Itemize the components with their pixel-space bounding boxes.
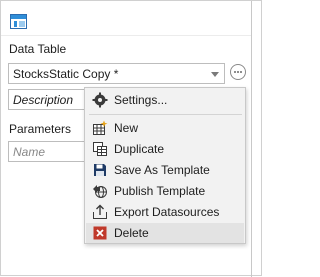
- publish-icon: [93, 185, 107, 198]
- description-placeholder: Description: [13, 93, 74, 107]
- data-table-selected: StocksStatic Copy *: [13, 67, 119, 81]
- name-field[interactable]: Name: [8, 141, 88, 162]
- menu-item-delete[interactable]: Delete: [86, 223, 244, 243]
- name-placeholder: Name: [13, 145, 46, 159]
- description-field[interactable]: Description: [8, 89, 88, 110]
- data-table-dropdown[interactable]: StocksStatic Copy *: [8, 63, 225, 84]
- menu-item-export-datasources[interactable]: Export Datasources: [86, 202, 244, 222]
- delete-label: Delete: [114, 226, 149, 240]
- menu-item-settings[interactable]: Settings...: [86, 90, 244, 110]
- save-icon: [94, 164, 106, 176]
- duplicate-icon: [93, 142, 107, 156]
- chevron-down-icon[interactable]: [211, 72, 219, 77]
- data-table-panel: Data Table StocksStatic Copy * Descripti…: [0, 0, 262, 277]
- menu-item-publish-template[interactable]: Publish Template: [86, 181, 244, 201]
- new-table-icon: [93, 120, 108, 135]
- data-table-label: Data Table: [9, 42, 67, 56]
- new-label: New: [114, 121, 139, 135]
- menu-item-save-as-template[interactable]: Save As Template: [86, 160, 244, 180]
- gear-icon: [92, 92, 108, 108]
- panel-icon: [10, 14, 27, 29]
- menu-item-new[interactable]: New: [86, 118, 244, 138]
- export-datasources-label: Export Datasources: [114, 205, 220, 219]
- settings-label: Settings...: [114, 93, 168, 107]
- header-divider: [1, 35, 251, 36]
- save-as-template-label: Save As Template: [114, 163, 210, 177]
- context-menu: Settings... New Duplicate Save As Templa…: [84, 87, 246, 244]
- ellipsis-circle-icon[interactable]: [230, 64, 246, 80]
- menu-separator: [89, 114, 242, 115]
- duplicate-label: Duplicate: [114, 142, 165, 156]
- parameters-label: Parameters: [9, 122, 72, 136]
- panel-divider: [251, 1, 252, 277]
- publish-template-label: Publish Template: [114, 184, 206, 198]
- delete-icon: [93, 226, 107, 240]
- menu-item-duplicate[interactable]: Duplicate: [86, 139, 244, 159]
- export-icon: [93, 204, 107, 219]
